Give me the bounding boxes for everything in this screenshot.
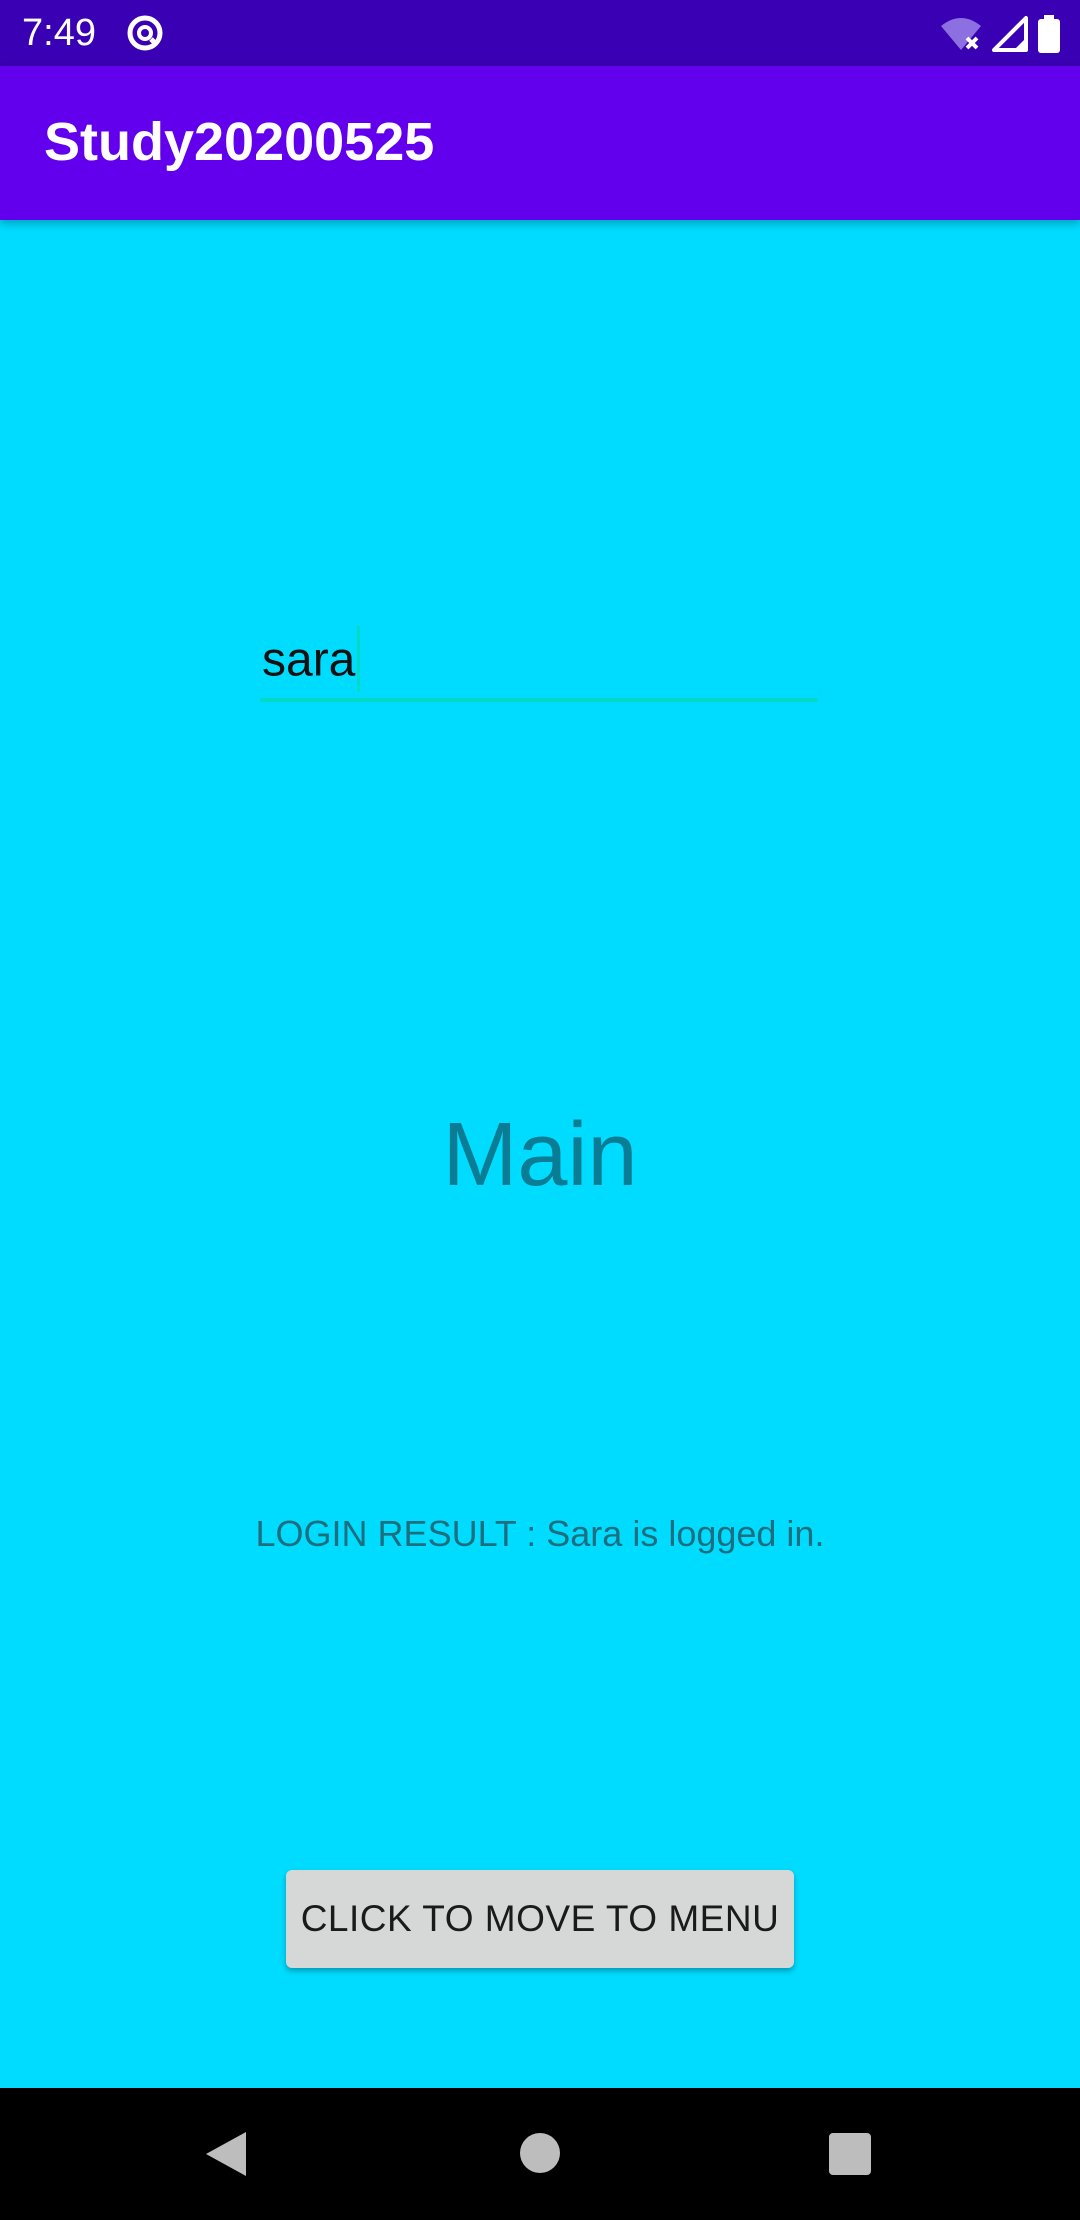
main-screen: 7:49 Study20200525 sara Main LOGIN RESUL… [0,0,1080,2220]
move-to-menu-button[interactable]: CLICK TO MOVE TO MENU [286,1870,794,1968]
name-input[interactable]: sara [258,618,820,702]
login-result-text: LOGIN RESULT : Sara is logged in. [255,1513,825,1554]
cell-signal-icon [992,16,1028,52]
home-icon[interactable] [519,2132,561,2174]
input-underline [260,698,818,702]
battery-icon [1038,15,1060,53]
text-cursor [357,626,361,692]
back-icon[interactable] [204,2130,248,2178]
name-input-value: sara [262,633,356,687]
status-icons [940,14,1060,54]
name-input-value-wrap: sara [262,626,361,696]
status-bar: 7:49 [0,0,1080,66]
status-time: 7:49 [22,12,96,54]
recents-icon[interactable] [829,2133,871,2175]
at-sign-icon [127,15,163,51]
main-heading: Main [442,1105,638,1205]
app-title: Study20200525 [44,112,435,172]
app-bar: Study20200525 [0,66,1080,220]
navigation-bar [0,2088,1080,2220]
wifi-off-icon [941,18,981,50]
